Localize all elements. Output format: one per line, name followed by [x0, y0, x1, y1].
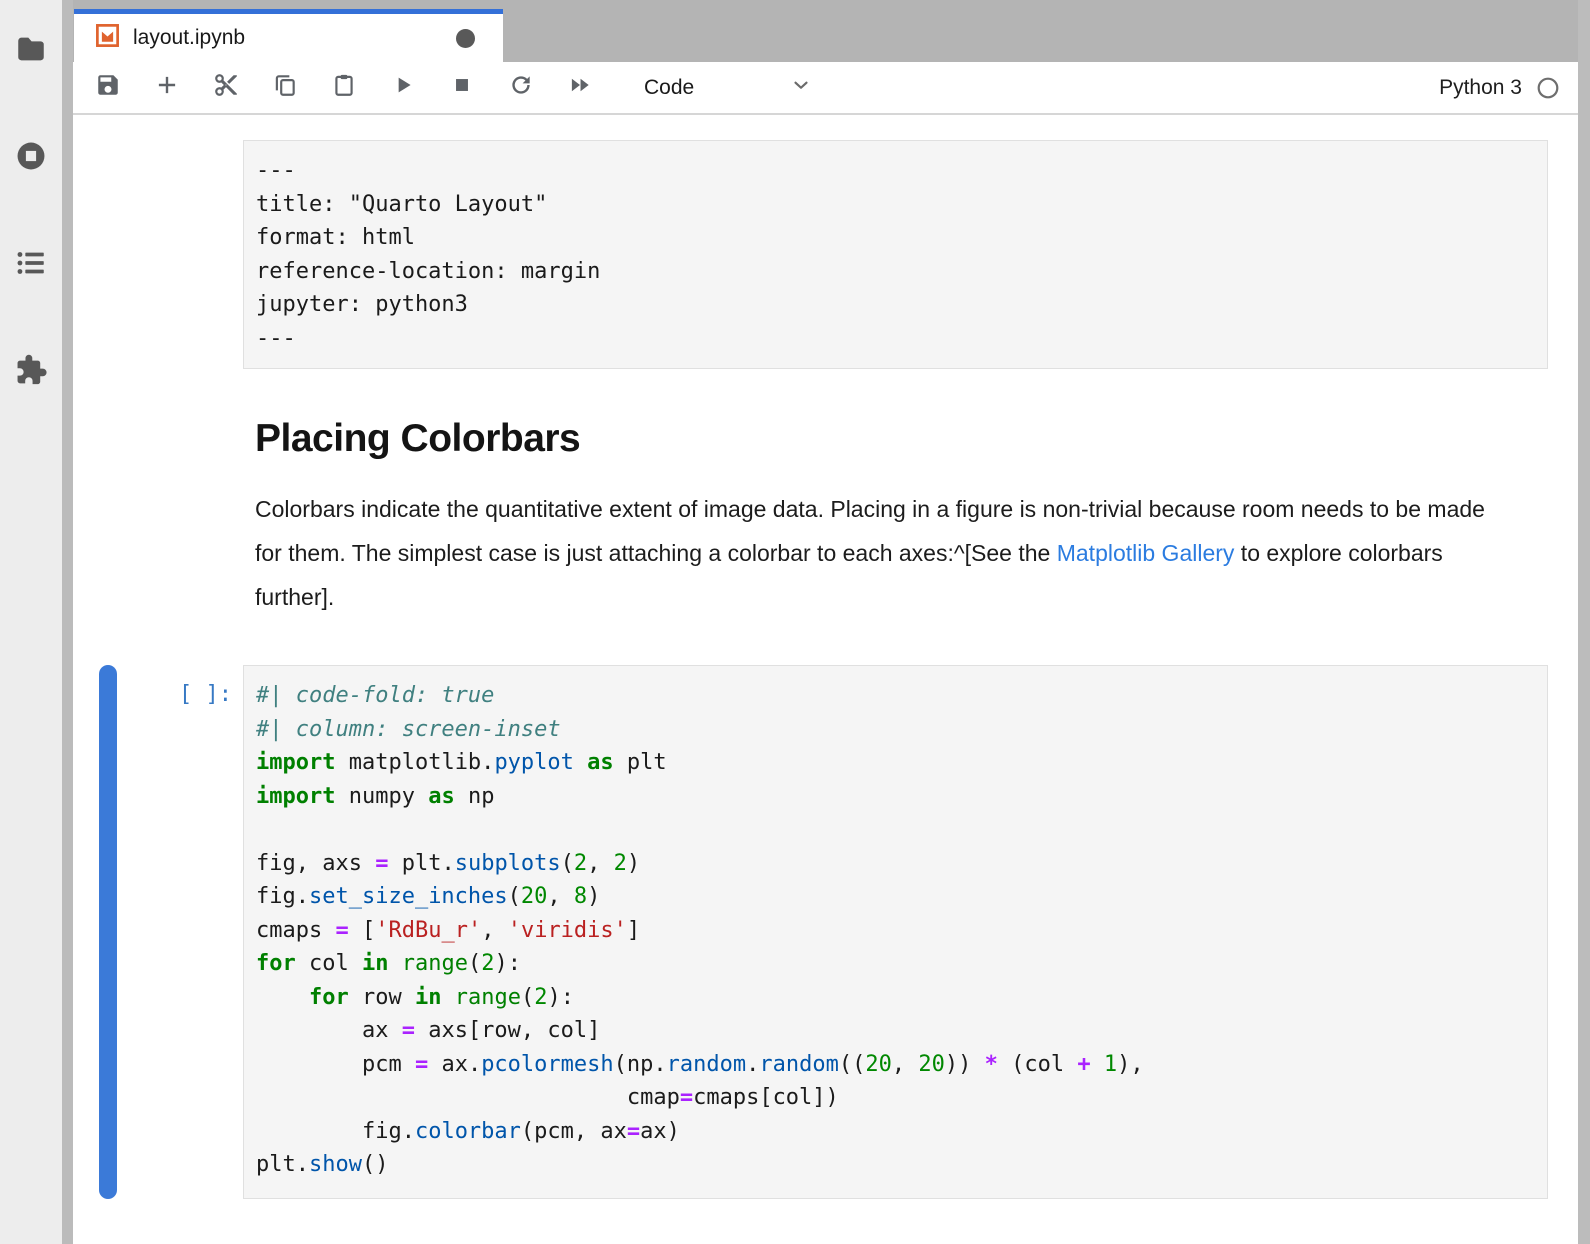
- editor-line: #| column: screen-inset: [256, 713, 1535, 747]
- add-cell-button[interactable]: [154, 75, 180, 101]
- editor-line: for col in range(2):: [256, 947, 1535, 981]
- editor-line: import numpy as np: [256, 780, 1535, 814]
- kernel-name[interactable]: Python 3: [1439, 76, 1522, 100]
- cell-prompt: [ ]:: [157, 678, 232, 712]
- editor-line: ---: [256, 322, 1535, 356]
- save-icon: [95, 72, 121, 103]
- add-cell-icon: [154, 72, 180, 103]
- editor-line: [256, 813, 1535, 847]
- restart-kernel-button[interactable]: [508, 75, 534, 101]
- editor-line: ---: [256, 154, 1535, 188]
- cut-cells-button[interactable]: [213, 75, 239, 101]
- table-of-contents-icon: [14, 246, 48, 285]
- notebook-content: ---title: "Quarto Layout"format: htmlref…: [73, 115, 1590, 1244]
- code-cell[interactable]: [ ]: #| code-fold: true#| column: screen…: [99, 665, 1590, 1199]
- tab-layout-ipynb[interactable]: layout.ipynb: [74, 9, 503, 62]
- editor-line: fig.colorbar(pcm, ax=ax): [256, 1115, 1535, 1149]
- run-all-icon: [567, 72, 593, 103]
- sidebar-item-extensions[interactable]: [13, 354, 49, 390]
- save-button[interactable]: [95, 75, 121, 101]
- restart-icon: [508, 72, 534, 103]
- tab-title: layout.ipynb: [133, 26, 444, 50]
- editor-line: ax = axs[row, col]: [256, 1014, 1535, 1048]
- notebook-file-icon: [94, 22, 121, 54]
- copy-icon: [272, 72, 298, 103]
- chevron-down-icon: [790, 74, 812, 101]
- run-cell-button[interactable]: [390, 75, 416, 101]
- editor-line: cmaps = ['RdBu_r', 'viridis']: [256, 914, 1535, 948]
- sidebar-item-running-kernels[interactable]: [13, 140, 49, 176]
- page-title: Placing Colorbars: [255, 417, 1590, 461]
- stop-icon: [449, 72, 475, 103]
- editor-line: title: "Quarto Layout": [256, 188, 1535, 222]
- sidebar-item-files[interactable]: [13, 33, 49, 69]
- editor-line: for row in range(2):: [256, 981, 1535, 1015]
- cell-type-value: Code: [644, 76, 694, 100]
- markdown-cell[interactable]: Placing Colorbars Colorbars indicate the…: [255, 417, 1590, 619]
- paste-cells-button[interactable]: [331, 75, 357, 101]
- copy-cells-button[interactable]: [272, 75, 298, 101]
- left-sidebar: [0, 0, 62, 1244]
- editor-line: jupyter: python3: [256, 288, 1535, 322]
- window-right-edge: [1578, 0, 1590, 1244]
- sidebar-resize-handle[interactable]: [62, 0, 73, 1244]
- dock-tab-bar: layout.ipynb: [73, 0, 1590, 62]
- editor-line: #| code-fold: true: [256, 679, 1535, 713]
- run-icon: [390, 72, 416, 103]
- kernel-status-icon[interactable]: [1536, 76, 1560, 100]
- unsaved-changes-indicator[interactable]: [456, 29, 475, 48]
- folder-icon: [14, 32, 48, 71]
- running-kernels-icon: [14, 139, 48, 178]
- raw-cell-yaml[interactable]: ---title: "Quarto Layout"format: htmlref…: [243, 140, 1590, 369]
- extensions-icon: [14, 353, 48, 392]
- notebook-toolbar: Code Python 3: [73, 62, 1590, 115]
- interrupt-kernel-button[interactable]: [449, 75, 475, 101]
- cell-type-dropdown[interactable]: Code: [644, 74, 812, 101]
- editor-line: pcm = ax.pcolormesh(np.random.random((20…: [256, 1048, 1535, 1082]
- jupyterlab-window: layout.ipynb: [0, 0, 1590, 1244]
- editor-line: import matplotlib.pyplot as plt: [256, 746, 1535, 780]
- editor-line: fig.set_size_inches(20, 8): [256, 880, 1535, 914]
- paste-icon: [331, 72, 357, 103]
- cut-icon: [213, 72, 239, 103]
- code-cell-editor[interactable]: #| code-fold: true#| column: screen-inse…: [243, 665, 1548, 1199]
- cell-collapser[interactable]: [99, 665, 117, 1199]
- matplotlib-gallery-link[interactable]: Matplotlib Gallery: [1057, 540, 1235, 566]
- editor-line: format: html: [256, 221, 1535, 255]
- markdown-paragraph: Colorbars indicate the quantitative exte…: [255, 487, 1500, 619]
- raw-cell-editor[interactable]: ---title: "Quarto Layout"format: htmlref…: [243, 140, 1548, 369]
- editor-line: cmap=cmaps[col]): [256, 1081, 1535, 1115]
- editor-line: fig, axs = plt.subplots(2, 2): [256, 847, 1535, 881]
- editor-line: reference-location: margin: [256, 255, 1535, 289]
- run-all-cells-button[interactable]: [567, 75, 593, 101]
- editor-line: plt.show(): [256, 1148, 1535, 1182]
- sidebar-item-table-of-contents[interactable]: [13, 247, 49, 283]
